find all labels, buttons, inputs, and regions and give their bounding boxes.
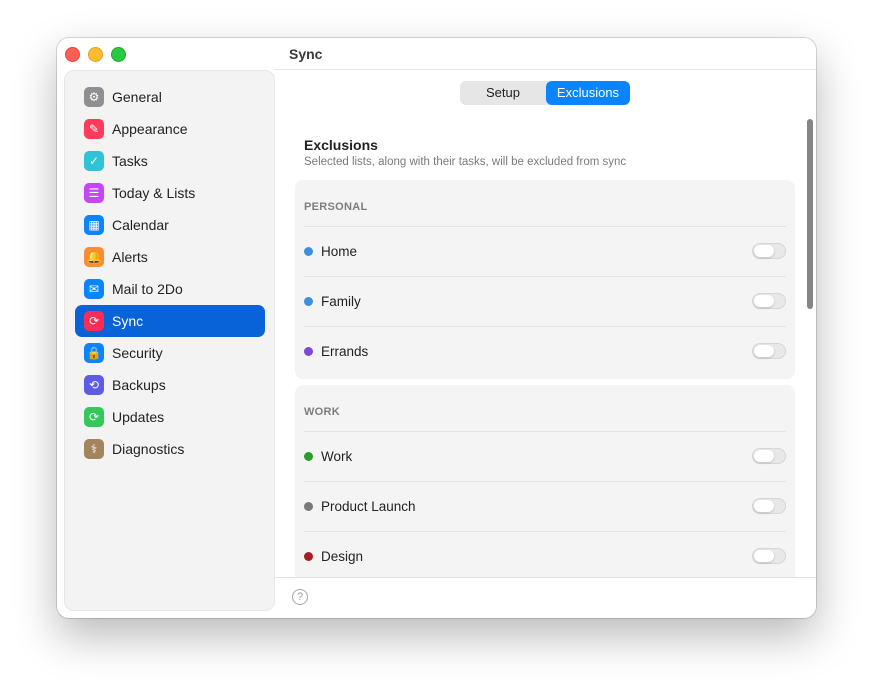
- help-button[interactable]: ?: [292, 589, 308, 605]
- sidebar-item-backups[interactable]: ⟲ Backups: [75, 369, 265, 401]
- exclude-toggle[interactable]: [752, 243, 786, 259]
- sidebar-item-label: Appearance: [112, 121, 188, 137]
- sidebar-item-label: Mail to 2Do: [112, 281, 183, 297]
- sidebar-item-security[interactable]: 🔒 Security: [75, 337, 265, 369]
- list-name: Product Launch: [321, 499, 416, 514]
- group-work: WORK Work Product Launch Design: [295, 385, 795, 584]
- list-color-dot: [304, 552, 313, 561]
- group-personal: PERSONAL Home Family Errands: [295, 180, 795, 379]
- toggle-knob: [754, 450, 774, 462]
- list-row: Design: [304, 531, 786, 581]
- sync-icon: ⟳: [84, 311, 104, 331]
- exclude-toggle[interactable]: [752, 293, 786, 309]
- section-heading: Exclusions: [304, 137, 378, 153]
- list-icon: ☰: [84, 183, 104, 203]
- sidebar-item-label: Backups: [112, 377, 166, 393]
- stethoscope-icon: ⚕: [84, 439, 104, 459]
- list-row: Home: [304, 226, 786, 276]
- list-row: Errands: [304, 326, 786, 376]
- exclude-toggle[interactable]: [752, 548, 786, 564]
- window-title: Sync: [289, 46, 323, 62]
- sidebar-item-label: General: [112, 89, 162, 105]
- tab-setup[interactable]: Setup: [460, 81, 546, 105]
- toggle-knob: [754, 245, 774, 257]
- list-color-dot: [304, 452, 313, 461]
- title-bar: Sync: [57, 38, 816, 70]
- footer-bar: ?: [275, 577, 816, 618]
- list-name: Errands: [321, 344, 369, 359]
- bell-icon: 🔔: [84, 247, 104, 267]
- sidebar-item-appearance[interactable]: ✎ Appearance: [75, 113, 265, 145]
- list-color-dot: [304, 297, 313, 306]
- group-title: WORK: [304, 406, 341, 418]
- preferences-window: Sync ⚙ General ✎ Appearance ✓ Tasks ☰ Today & L…: [57, 38, 816, 618]
- toggle-knob: [754, 550, 774, 562]
- clock-icon: ⟲: [84, 375, 104, 395]
- sidebar-item-calendar[interactable]: ▦ Calendar: [75, 209, 265, 241]
- scrollbar-thumb[interactable]: [807, 119, 813, 309]
- toggle-knob: [754, 295, 774, 307]
- list-name: Design: [321, 549, 364, 564]
- toggle-knob: [754, 345, 774, 357]
- list-color-dot: [304, 502, 313, 511]
- sidebar-item-label: Calendar: [112, 217, 169, 233]
- minimize-window-button[interactable]: [88, 47, 103, 62]
- sidebar-item-mail-to-2do[interactable]: ✉ Mail to 2Do: [75, 273, 265, 305]
- sidebar-item-today-lists[interactable]: ☰ Today & Lists: [75, 177, 265, 209]
- list-color-dot: [304, 347, 313, 356]
- list-name: Family: [321, 294, 361, 309]
- sidebar-item-sync[interactable]: ⟳ Sync: [75, 305, 265, 337]
- list-name: Work: [321, 449, 353, 464]
- sidebar-item-label: Today & Lists: [112, 185, 196, 201]
- close-window-button[interactable]: [65, 47, 80, 62]
- list-row: Family: [304, 276, 786, 326]
- sidebar-item-label: Sync: [112, 313, 144, 329]
- sidebar-item-diagnostics[interactable]: ⚕ Diagnostics: [75, 433, 265, 465]
- list-row: Product Launch: [304, 481, 786, 531]
- tab-exclusions[interactable]: Exclusions: [546, 81, 630, 105]
- section-description: Selected lists, along with their tasks, …: [304, 156, 627, 168]
- list-row: Work: [304, 431, 786, 481]
- sidebar-item-general[interactable]: ⚙ General: [75, 81, 265, 113]
- exclude-toggle[interactable]: [752, 448, 786, 464]
- sidebar-item-label: Security: [112, 345, 163, 361]
- sidebar-item-label: Diagnostics: [112, 441, 185, 457]
- sidebar-item-tasks[interactable]: ✓ Tasks: [75, 145, 265, 177]
- list-color-dot: [304, 247, 313, 256]
- calendar-icon: ▦: [84, 215, 104, 235]
- tab-switcher: Setup Exclusions: [460, 81, 630, 105]
- group-title: PERSONAL: [304, 201, 368, 213]
- sidebar: ⚙ General ✎ Appearance ✓ Tasks ☰ Today & Lists ▦…: [64, 70, 275, 611]
- sidebar-item-label: Alerts: [112, 249, 148, 265]
- toggle-knob: [754, 500, 774, 512]
- title-divider: [275, 69, 816, 70]
- lock-icon: 🔒: [84, 343, 104, 363]
- exclude-toggle[interactable]: [752, 343, 786, 359]
- sidebar-item-label: Updates: [112, 409, 165, 425]
- sidebar-item-alerts[interactable]: 🔔 Alerts: [75, 241, 265, 273]
- checkmark-icon: ✓: [84, 151, 104, 171]
- envelope-icon: ✉: [84, 279, 104, 299]
- refresh-icon: ⟳: [84, 407, 104, 427]
- zoom-window-button[interactable]: [111, 47, 126, 62]
- sidebar-item-updates[interactable]: ⟳ Updates: [75, 401, 265, 433]
- sidebar-item-label: Tasks: [112, 153, 148, 169]
- list-name: Home: [321, 244, 358, 259]
- gear-icon: ⚙: [84, 87, 104, 107]
- exclude-toggle[interactable]: [752, 498, 786, 514]
- brush-icon: ✎: [84, 119, 104, 139]
